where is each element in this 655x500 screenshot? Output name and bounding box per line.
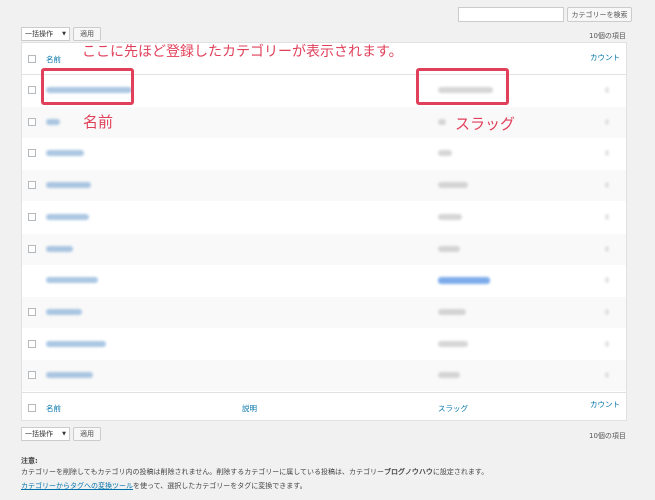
table-row [22, 138, 626, 169]
items-count-top: 10個の項目 [589, 32, 626, 40]
bulk-action-select-top[interactable]: 一括操作 ▼ [21, 27, 70, 41]
bulk-action-selected: 一括操作 [25, 30, 53, 38]
category-count[interactable] [605, 118, 609, 125]
category-name-link[interactable] [46, 182, 91, 189]
category-name-link[interactable] [46, 213, 89, 220]
notes-line1: カテゴリーを削除してもカテゴリ内の投稿は削除されません。削除するカテゴリーに属し… [21, 467, 488, 477]
category-count[interactable] [605, 277, 609, 284]
table-row [22, 296, 626, 328]
category-count[interactable] [605, 308, 609, 315]
category-name-link[interactable] [46, 340, 106, 347]
column-name-header[interactable]: 名前 [46, 54, 61, 65]
bulk-action-selected: 一括操作 [25, 430, 53, 438]
category-count[interactable] [605, 245, 609, 252]
category-slug [438, 182, 468, 189]
apply-button-bottom[interactable]: 適用 [73, 427, 101, 441]
category-name-link[interactable] [46, 308, 82, 315]
row-checkbox[interactable] [28, 181, 36, 190]
column-count-footer[interactable]: カウント [590, 399, 620, 410]
category-name-link[interactable] [46, 277, 98, 284]
table-row [22, 265, 626, 296]
category-count[interactable] [605, 182, 609, 189]
category-name-link[interactable] [46, 118, 60, 125]
category-slug [438, 372, 460, 379]
row-checkbox[interactable] [28, 339, 36, 348]
category-slug [438, 118, 446, 125]
category-count[interactable] [605, 372, 609, 379]
column-name-footer[interactable]: 名前 [46, 403, 61, 414]
row-checkbox[interactable] [28, 371, 36, 380]
notes-line1-suffix: に設定されます。 [432, 468, 489, 476]
chevron-down-icon: ▼ [62, 431, 66, 437]
chevron-down-icon: ▼ [62, 31, 66, 37]
search-categories-button[interactable]: カテゴリーを検索 [567, 7, 632, 22]
row-checkbox[interactable] [28, 307, 36, 316]
category-count[interactable] [605, 150, 609, 157]
category-slug [438, 340, 468, 347]
category-count[interactable] [605, 340, 609, 347]
column-slug-footer[interactable]: スラッグ [438, 403, 468, 414]
column-count-header[interactable]: カウント [590, 52, 620, 63]
table-row [22, 360, 626, 392]
category-slug [438, 277, 490, 285]
select-all-checkbox[interactable] [28, 55, 36, 63]
search-input[interactable] [458, 7, 564, 22]
select-all-checkbox-footer[interactable] [28, 404, 36, 412]
row-checkbox[interactable] [28, 117, 36, 126]
row-checkbox[interactable] [28, 149, 36, 158]
table-row [22, 170, 626, 202]
row-checkbox[interactable] [28, 212, 36, 221]
row-checkbox[interactable] [28, 244, 36, 253]
table-footer: 名前 説明 スラッグ カウント [22, 392, 626, 424]
annotation-slug-label: スラッグ [455, 115, 516, 133]
category-tag-converter-link[interactable]: カテゴリーからタグへの変換ツール [21, 482, 133, 490]
row-checkbox[interactable] [28, 86, 36, 94]
bulk-action-select-bottom[interactable]: 一括操作 ▼ [21, 427, 70, 441]
annotation-name-box [41, 68, 134, 105]
category-name-link[interactable] [46, 245, 73, 252]
category-slug [438, 245, 460, 252]
category-name-link[interactable] [46, 372, 93, 379]
default-category-name: ブログノウハウ [384, 468, 433, 476]
apply-button-top[interactable]: 適用 [73, 27, 101, 41]
category-count[interactable] [605, 87, 609, 93]
category-name-link[interactable] [46, 150, 84, 157]
category-slug [438, 150, 452, 157]
annotation-name-label: 名前 [83, 113, 114, 131]
notes-line2: カテゴリーからタグへの変換ツールを使って、選択したカテゴリーをタグに変換できます… [21, 481, 307, 491]
category-slug [438, 308, 466, 315]
category-count[interactable] [605, 213, 609, 220]
notes-line1-prefix: カテゴリーを削除してもカテゴリ内の投稿は削除されません。削除するカテゴリーに属し… [21, 468, 385, 476]
table-row [22, 233, 626, 265]
table-row [22, 202, 626, 233]
column-description-footer[interactable]: 説明 [242, 403, 257, 414]
items-count-bottom: 10個の項目 [589, 432, 626, 440]
notes-title: 注意: [21, 457, 38, 465]
annotation-slug-box [416, 68, 509, 105]
annotation-headline: ここに先ほど登録したカテゴリーが表示されます。 [82, 44, 403, 60]
notes-line2-suffix: を使って、選択したカテゴリーをタグに変換できます。 [133, 482, 307, 490]
category-slug [438, 213, 462, 220]
table-row [22, 329, 626, 360]
